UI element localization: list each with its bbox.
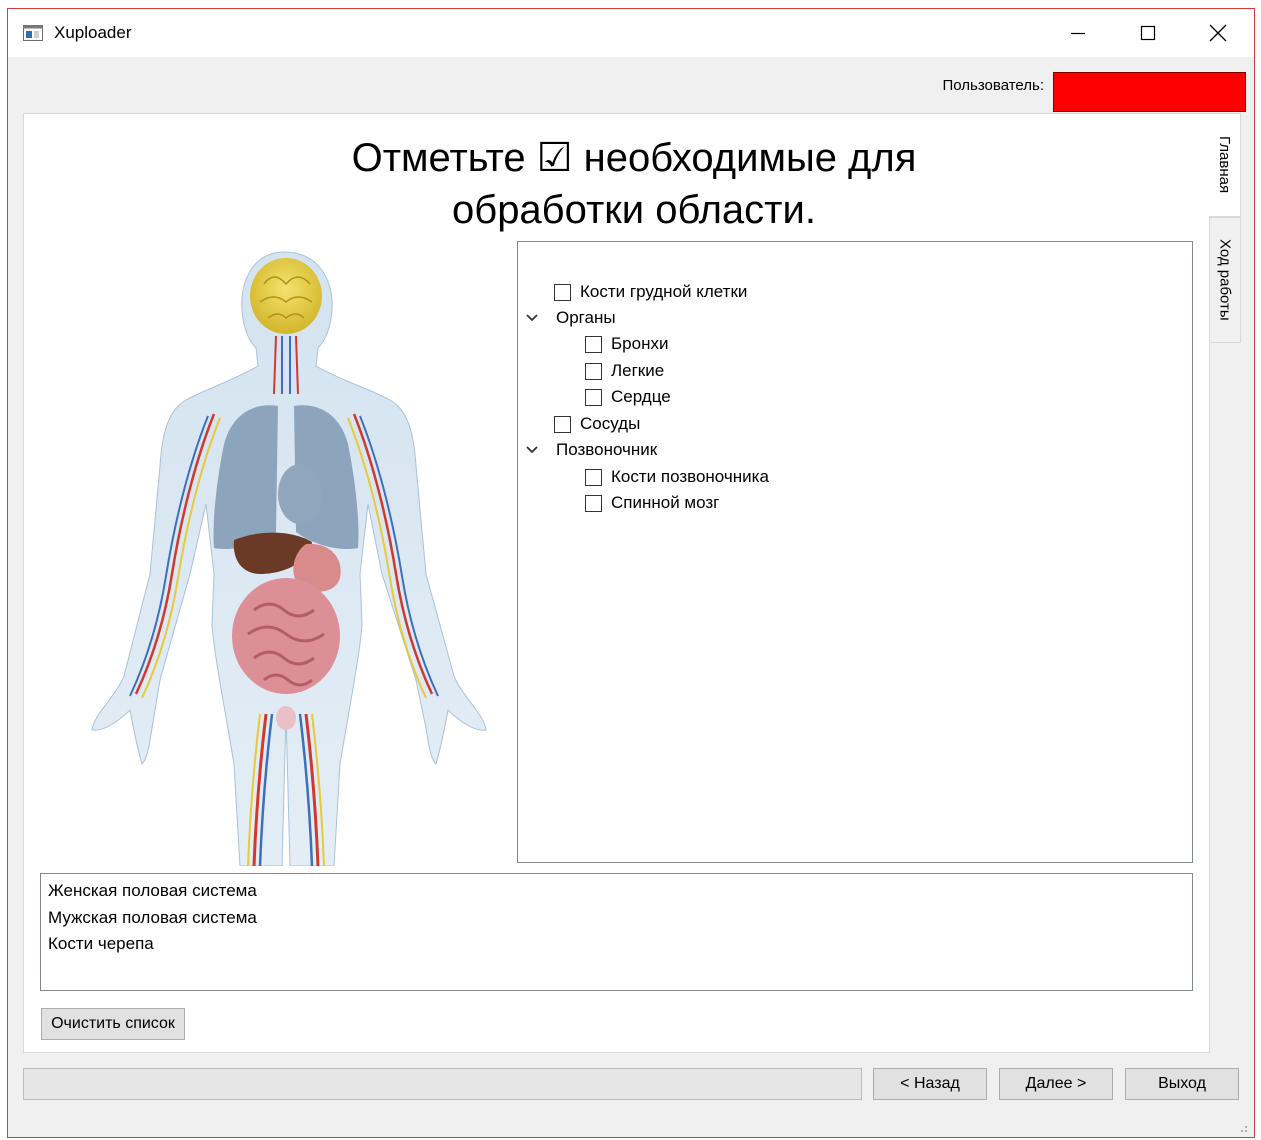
chevron-down-icon[interactable]: [526, 446, 540, 454]
tree-group-label: Органы: [556, 308, 616, 327]
tree-item-lungs[interactable]: Легкие: [585, 358, 664, 384]
tree-item-bronchi[interactable]: Бронхи: [585, 331, 668, 357]
maximize-button[interactable]: [1113, 9, 1183, 57]
tree-item-spinal-cord[interactable]: Спинной мозг: [585, 490, 719, 516]
heading-line-2: обработки области.: [452, 188, 816, 232]
page-heading: Отметьте ☑ необходимые для обработки обл…: [204, 132, 1064, 236]
exit-button[interactable]: Выход: [1125, 1068, 1239, 1100]
maximize-icon: [1140, 25, 1156, 41]
tab-main[interactable]: Главная: [1209, 113, 1241, 217]
checkbox[interactable]: [554, 283, 571, 301]
checkbox[interactable]: [554, 415, 571, 433]
app-window: Xuploader Пользователь: Отметьте ☑ необх…: [7, 8, 1255, 1138]
user-label: Пользователь:: [942, 77, 1044, 94]
tree-item-label: Сосуды: [580, 414, 641, 433]
checkbox[interactable]: [585, 494, 602, 512]
tree-item-label: Легкие: [611, 361, 665, 380]
tree-item-vessels[interactable]: Сосуды: [554, 411, 640, 437]
tree-item-chest-bones[interactable]: Кости грудной клетки: [554, 279, 747, 305]
next-button[interactable]: Далее >: [999, 1068, 1113, 1100]
region-tree[interactable]: Кости грудной клетки Органы Бронхи Легки…: [517, 241, 1193, 863]
heading-line-1: Отметьте ☑ необходимые для: [351, 136, 917, 180]
tab-label: Ход работы: [1216, 239, 1234, 321]
checkbox[interactable]: [585, 335, 602, 353]
checkbox[interactable]: [585, 362, 602, 380]
resize-grip-icon[interactable]: [1236, 1121, 1248, 1133]
tree-group-spine[interactable]: Позвоночник: [526, 437, 657, 463]
title-bar[interactable]: Xuploader: [8, 9, 1254, 57]
checkbox[interactable]: [585, 468, 602, 486]
tree-item-label: Бронхи: [611, 334, 669, 353]
list-item[interactable]: Женская половая система: [48, 878, 1185, 905]
main-panel: Отметьте ☑ необходимые для обработки обл…: [23, 113, 1210, 1053]
tree-item-label: Спинной мозг: [611, 493, 720, 512]
selected-regions-list[interactable]: Женская половая система Мужская половая …: [40, 873, 1193, 991]
window-title: Xuploader: [54, 23, 132, 42]
tree-item-label: Сердце: [611, 387, 671, 406]
progress-bar: [23, 1068, 862, 1100]
user-field[interactable]: [1053, 72, 1246, 112]
tree-item-label: Кости позвоночника: [611, 467, 769, 486]
list-item[interactable]: Мужская половая система: [48, 905, 1185, 932]
tree-group-label: Позвоночник: [556, 440, 658, 459]
list-item[interactable]: Кости черепа: [48, 931, 1185, 958]
chevron-down-icon[interactable]: [526, 314, 540, 322]
tab-progress[interactable]: Ход работы: [1209, 217, 1241, 343]
close-button[interactable]: [1183, 9, 1253, 57]
tree-group-organs[interactable]: Органы: [526, 305, 616, 331]
minimize-button[interactable]: [1043, 9, 1113, 57]
close-icon: [1209, 24, 1227, 42]
tree-item-label: Кости грудной клетки: [580, 282, 748, 301]
clear-list-button[interactable]: Очистить список: [41, 1008, 185, 1040]
anatomy-illustration: [64, 244, 504, 867]
app-icon: [23, 25, 43, 41]
tree-item-heart[interactable]: Сердце: [585, 384, 671, 410]
tab-label: Главная: [1216, 136, 1233, 194]
tree-item-spine-bones[interactable]: Кости позвоночника: [585, 464, 769, 490]
minimize-icon: [1071, 32, 1085, 35]
checkbox[interactable]: [585, 388, 602, 406]
back-button[interactable]: < Назад: [873, 1068, 987, 1100]
